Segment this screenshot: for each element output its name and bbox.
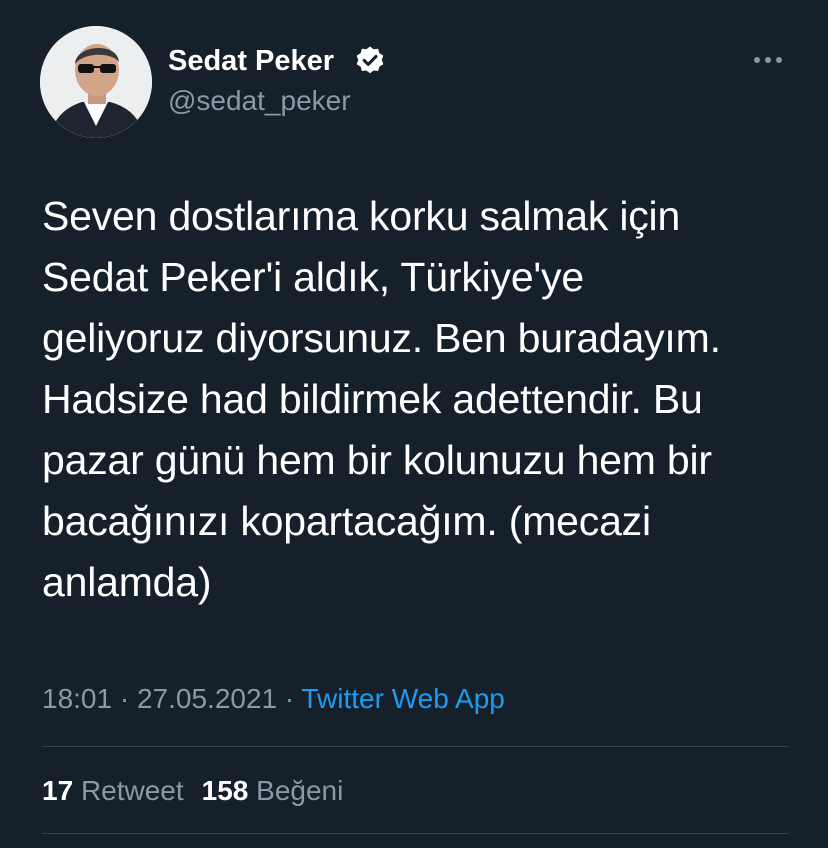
tweet-meta: 18:01 · 27.05.2021 · Twitter Web App [42, 680, 505, 718]
meta-separator: · [119, 683, 130, 714]
avatar[interactable] [40, 26, 152, 138]
tweet-detail: Sedat Peker @sedat_peker Seven dostlarım… [0, 0, 828, 848]
retweets-stat[interactable]: 17 Retweet [42, 775, 184, 806]
likes-stat[interactable]: 158 Beğeni [202, 775, 344, 806]
retweets-count: 17 [42, 775, 74, 806]
tweet-source-link[interactable]: Twitter Web App [302, 683, 505, 714]
tweet-time[interactable]: 18:01 [42, 683, 112, 714]
display-name[interactable]: Sedat Peker [168, 44, 334, 78]
tweet-text: Seven dostlarıma korku salmak için Sedat… [42, 193, 721, 605]
likes-label: Beğeni [256, 775, 344, 806]
retweets-label: Retweet [80, 775, 184, 806]
divider [42, 746, 788, 747]
divider [42, 833, 788, 834]
avatar-image [40, 26, 152, 138]
verified-badge-icon [356, 46, 384, 74]
tweet-date[interactable]: 27.05.2021 [137, 683, 277, 714]
more-horizontal-icon[interactable] [748, 48, 788, 72]
meta-separator: · [284, 683, 295, 714]
likes-count: 158 [201, 775, 249, 806]
handle[interactable]: @sedat_peker [168, 84, 351, 118]
tweet-stats: 17 Retweet 158 Beğeni [42, 772, 343, 810]
